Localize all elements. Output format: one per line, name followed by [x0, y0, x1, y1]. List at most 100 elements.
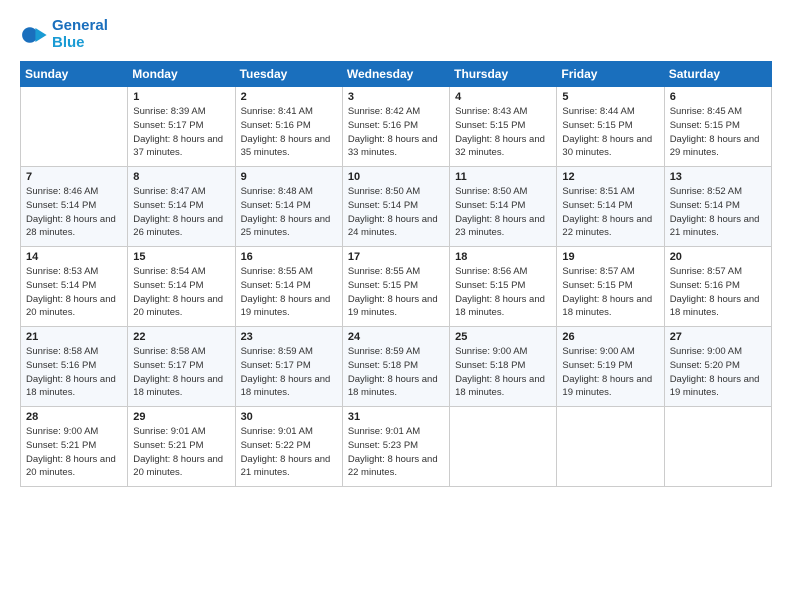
page: General Blue SundayMondayTuesdayWednesda…	[0, 0, 792, 612]
cell-info: Sunrise: 9:00 AMSunset: 5:21 PMDaylight:…	[26, 425, 122, 480]
cell-info: Sunrise: 9:01 AMSunset: 5:21 PMDaylight:…	[133, 425, 229, 480]
week-row-2: 7 Sunrise: 8:46 AMSunset: 5:14 PMDaylight…	[21, 167, 772, 247]
day-number: 23	[241, 331, 337, 343]
col-header-monday: Monday	[128, 62, 235, 87]
cell-4-4: 24 Sunrise: 8:59 AMSunset: 5:18 PMDayligh…	[342, 327, 449, 407]
week-row-5: 28 Sunrise: 9:00 AMSunset: 5:21 PMDayligh…	[21, 407, 772, 487]
cell-info: Sunrise: 8:46 AMSunset: 5:14 PMDaylight:…	[26, 185, 122, 240]
cell-info: Sunrise: 8:42 AMSunset: 5:16 PMDaylight:…	[348, 105, 444, 160]
cell-info: Sunrise: 8:48 AMSunset: 5:14 PMDaylight:…	[241, 185, 337, 240]
cell-info: Sunrise: 8:50 AMSunset: 5:14 PMDaylight:…	[348, 185, 444, 240]
day-number: 24	[348, 331, 444, 343]
cell-info: Sunrise: 8:53 AMSunset: 5:14 PMDaylight:…	[26, 265, 122, 320]
cell-1-2: 1Sunrise: 8:39 AMSunset: 5:17 PMDaylight…	[128, 87, 235, 167]
day-number: 31	[348, 411, 444, 423]
cell-5-4: 31 Sunrise: 9:01 AMSunset: 5:23 PMDayligh…	[342, 407, 449, 487]
day-number: 12	[562, 171, 658, 183]
col-header-sunday: Sunday	[21, 62, 128, 87]
cell-5-3: 30Sunrise: 9:01 AMSunset: 5:22 PMDayligh…	[235, 407, 342, 487]
cell-info: Sunrise: 9:00 AMSunset: 5:18 PMDaylight:…	[455, 345, 551, 400]
cell-info: Sunrise: 8:55 AMSunset: 5:15 PMDaylight:…	[348, 265, 444, 320]
day-number: 17	[348, 251, 444, 263]
logo-icon	[20, 21, 48, 49]
day-number: 6	[670, 91, 766, 103]
cell-info: Sunrise: 8:55 AMSunset: 5:14 PMDaylight:…	[241, 265, 337, 320]
cell-info: Sunrise: 8:51 AMSunset: 5:14 PMDaylight:…	[562, 185, 658, 240]
cell-3-4: 17 Sunrise: 8:55 AMSunset: 5:15 PMDayligh…	[342, 247, 449, 327]
cell-5-2: 29 Sunrise: 9:01 AMSunset: 5:21 PMDayligh…	[128, 407, 235, 487]
day-number: 20	[670, 251, 766, 263]
week-row-4: 21 Sunrise: 8:58 AMSunset: 5:16 PMDayligh…	[21, 327, 772, 407]
cell-4-1: 21 Sunrise: 8:58 AMSunset: 5:16 PMDayligh…	[21, 327, 128, 407]
col-header-thursday: Thursday	[450, 62, 557, 87]
col-header-friday: Friday	[557, 62, 664, 87]
cell-3-5: 18 Sunrise: 8:56 AMSunset: 5:15 PMDayligh…	[450, 247, 557, 327]
cell-3-1: 14 Sunrise: 8:53 AMSunset: 5:14 PMDayligh…	[21, 247, 128, 327]
day-number: 1	[133, 91, 229, 103]
cell-2-7: 13 Sunrise: 8:52 AMSunset: 5:14 PMDayligh…	[664, 167, 771, 247]
day-number: 19	[562, 251, 658, 263]
cell-info: Sunrise: 8:59 AMSunset: 5:18 PMDaylight:…	[348, 345, 444, 400]
logo: General Blue	[20, 18, 108, 51]
cell-2-4: 10Sunrise: 8:50 AMSunset: 5:14 PMDayligh…	[342, 167, 449, 247]
cell-3-3: 16Sunrise: 8:55 AMSunset: 5:14 PMDayligh…	[235, 247, 342, 327]
day-number: 13	[670, 171, 766, 183]
cell-info: Sunrise: 8:44 AMSunset: 5:15 PMDaylight:…	[562, 105, 658, 160]
cell-5-7	[664, 407, 771, 487]
cell-4-6: 26 Sunrise: 9:00 AMSunset: 5:19 PMDayligh…	[557, 327, 664, 407]
col-header-tuesday: Tuesday	[235, 62, 342, 87]
cell-5-1: 28 Sunrise: 9:00 AMSunset: 5:21 PMDayligh…	[21, 407, 128, 487]
day-number: 29	[133, 411, 229, 423]
calendar-table: SundayMondayTuesdayWednesdayThursdayFrid…	[20, 61, 772, 487]
cell-3-2: 15Sunrise: 8:54 AMSunset: 5:14 PMDayligh…	[128, 247, 235, 327]
cell-3-6: 19 Sunrise: 8:57 AMSunset: 5:15 PMDayligh…	[557, 247, 664, 327]
logo-text: General Blue	[52, 18, 108, 51]
cell-info: Sunrise: 8:54 AMSunset: 5:14 PMDaylight:…	[133, 265, 229, 320]
cell-1-7: 6 Sunrise: 8:45 AMSunset: 5:15 PMDaylight…	[664, 87, 771, 167]
day-number: 9	[241, 171, 337, 183]
cell-1-4: 3Sunrise: 8:42 AMSunset: 5:16 PMDaylight…	[342, 87, 449, 167]
header-row: SundayMondayTuesdayWednesdayThursdayFrid…	[21, 62, 772, 87]
cell-info: Sunrise: 9:00 AMSunset: 5:19 PMDaylight:…	[562, 345, 658, 400]
day-number: 21	[26, 331, 122, 343]
cell-info: Sunrise: 8:56 AMSunset: 5:15 PMDaylight:…	[455, 265, 551, 320]
cell-info: Sunrise: 9:00 AMSunset: 5:20 PMDaylight:…	[670, 345, 766, 400]
day-number: 18	[455, 251, 551, 263]
cell-info: Sunrise: 9:01 AMSunset: 5:23 PMDaylight:…	[348, 425, 444, 480]
cell-info: Sunrise: 8:52 AMSunset: 5:14 PMDaylight:…	[670, 185, 766, 240]
cell-1-3: 2 Sunrise: 8:41 AMSunset: 5:16 PMDaylight…	[235, 87, 342, 167]
cell-4-2: 22 Sunrise: 8:58 AMSunset: 5:17 PMDayligh…	[128, 327, 235, 407]
col-header-wednesday: Wednesday	[342, 62, 449, 87]
cell-5-6	[557, 407, 664, 487]
cell-2-6: 12 Sunrise: 8:51 AMSunset: 5:14 PMDayligh…	[557, 167, 664, 247]
cell-2-1: 7 Sunrise: 8:46 AMSunset: 5:14 PMDaylight…	[21, 167, 128, 247]
day-number: 22	[133, 331, 229, 343]
cell-1-1	[21, 87, 128, 167]
week-row-3: 14 Sunrise: 8:53 AMSunset: 5:14 PMDayligh…	[21, 247, 772, 327]
cell-info: Sunrise: 8:59 AMSunset: 5:17 PMDaylight:…	[241, 345, 337, 400]
day-number: 2	[241, 91, 337, 103]
cell-info: Sunrise: 8:58 AMSunset: 5:17 PMDaylight:…	[133, 345, 229, 400]
cell-info: Sunrise: 8:43 AMSunset: 5:15 PMDaylight:…	[455, 105, 551, 160]
day-number: 27	[670, 331, 766, 343]
cell-info: Sunrise: 8:45 AMSunset: 5:15 PMDaylight:…	[670, 105, 766, 160]
cell-3-7: 20 Sunrise: 8:57 AMSunset: 5:16 PMDayligh…	[664, 247, 771, 327]
day-number: 7	[26, 171, 122, 183]
cell-1-5: 4Sunrise: 8:43 AMSunset: 5:15 PMDaylight…	[450, 87, 557, 167]
day-number: 28	[26, 411, 122, 423]
day-number: 26	[562, 331, 658, 343]
cell-info: Sunrise: 8:58 AMSunset: 5:16 PMDaylight:…	[26, 345, 122, 400]
cell-2-3: 9 Sunrise: 8:48 AMSunset: 5:14 PMDaylight…	[235, 167, 342, 247]
cell-info: Sunrise: 8:57 AMSunset: 5:16 PMDaylight:…	[670, 265, 766, 320]
cell-5-5	[450, 407, 557, 487]
cell-1-6: 5Sunrise: 8:44 AMSunset: 5:15 PMDaylight…	[557, 87, 664, 167]
day-number: 14	[26, 251, 122, 263]
day-number: 25	[455, 331, 551, 343]
header: General Blue	[20, 18, 772, 51]
cell-4-3: 23 Sunrise: 8:59 AMSunset: 5:17 PMDayligh…	[235, 327, 342, 407]
cell-4-5: 25 Sunrise: 9:00 AMSunset: 5:18 PMDayligh…	[450, 327, 557, 407]
day-number: 8	[133, 171, 229, 183]
cell-info: Sunrise: 8:41 AMSunset: 5:16 PMDaylight:…	[241, 105, 337, 160]
cell-info: Sunrise: 8:47 AMSunset: 5:14 PMDaylight:…	[133, 185, 229, 240]
cell-info: Sunrise: 8:57 AMSunset: 5:15 PMDaylight:…	[562, 265, 658, 320]
